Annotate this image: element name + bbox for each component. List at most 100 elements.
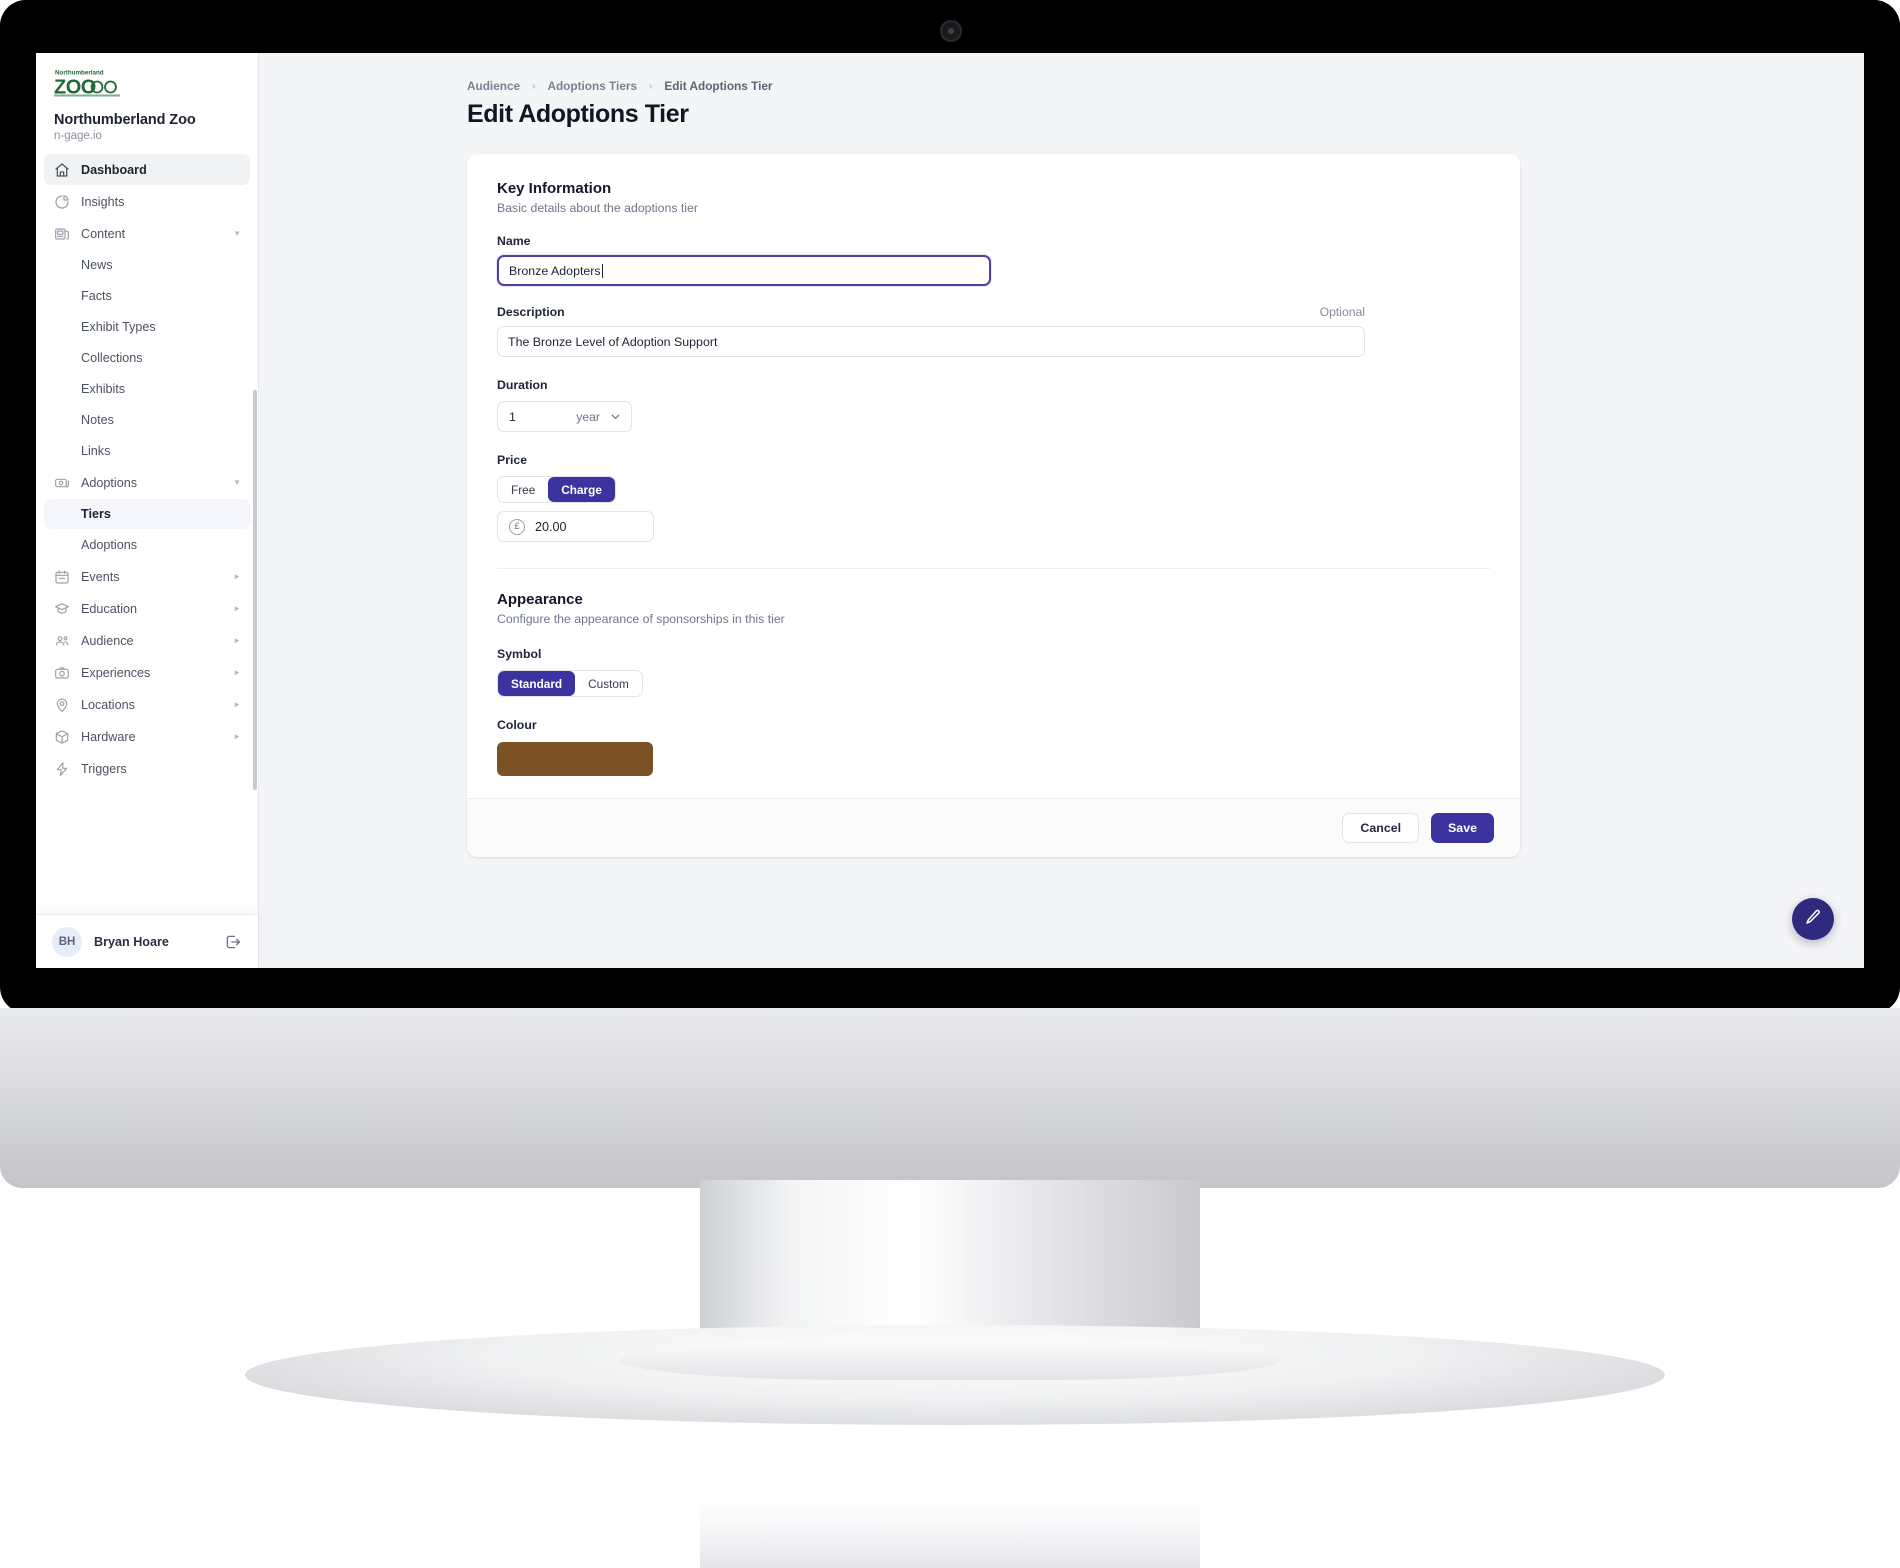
name-input[interactable]: Bronze Adopters	[497, 255, 991, 286]
chevron-right-icon[interactable]: ►	[233, 700, 241, 709]
description-input[interactable]: The Bronze Level of Adoption Support	[497, 326, 1365, 357]
save-button[interactable]: Save	[1431, 813, 1494, 843]
chevron-right-icon[interactable]: ►	[233, 572, 241, 581]
monitor-chin	[0, 1008, 1900, 1188]
sidebar-item-news[interactable]: News	[44, 250, 250, 280]
lightning-icon	[53, 760, 70, 777]
description-input-value: The Bronze Level of Adoption Support	[508, 334, 718, 349]
user-name: Bryan Hoare	[94, 934, 169, 949]
price-amount-input[interactable]: £ 20.00	[497, 511, 654, 542]
sidebar-item-exhibit-types[interactable]: Exhibit Types	[44, 312, 250, 342]
sidebar-item-adoptions[interactable]: Adoptions ▼	[44, 467, 250, 498]
appearance-subtitle: Configure the appearance of sponsorships…	[497, 612, 785, 626]
card-body: Key Information Basic details about the …	[467, 154, 1520, 798]
colour-field-group: Colour	[497, 716, 1490, 776]
name-input-value: Bronze Adopters	[509, 263, 601, 278]
breadcrumb: Audience › Adoptions Tiers › Edit Adopti…	[467, 79, 1804, 93]
chevron-right-icon[interactable]: ►	[233, 732, 241, 741]
price-option-charge[interactable]: Charge	[548, 477, 615, 502]
sidebar-item-label: Events	[81, 569, 120, 584]
sidebar-item-exhibits[interactable]: Exhibits	[44, 374, 250, 404]
calendar-icon	[53, 568, 70, 585]
edit-fab-button[interactable]	[1792, 898, 1834, 940]
section-divider	[497, 568, 1490, 569]
sidebar-item-label: Collections	[81, 351, 143, 365]
description-optional-badge: Optional	[1319, 305, 1365, 319]
sidebar-item-label: Exhibits	[81, 382, 126, 396]
sidebar-item-experiences[interactable]: Experiences ►	[44, 657, 250, 688]
sidebar-item-tiers[interactable]: Tiers	[44, 499, 250, 529]
logout-icon[interactable]	[224, 933, 242, 951]
colour-swatch[interactable]	[497, 742, 653, 776]
sidebar-item-hardware[interactable]: Hardware ►	[44, 721, 250, 752]
price-toggle-row: Free Charge	[497, 469, 1490, 503]
price-option-free[interactable]: Free	[498, 477, 549, 502]
duration-label: Duration	[497, 378, 548, 392]
sidebar-item-notes[interactable]: Notes	[44, 405, 250, 435]
sidebar-item-adoptions-child[interactable]: Adoptions	[44, 530, 250, 560]
breadcrumb-item-adoptions-tiers[interactable]: Adoptions Tiers	[547, 79, 637, 93]
description-label-row: Description Optional	[497, 305, 1365, 319]
sidebar-item-links[interactable]: Links	[44, 436, 250, 466]
sidebar-item-label: Experiences	[81, 665, 151, 680]
sidebar-scrollbar[interactable]	[253, 390, 257, 790]
key-information-title: Key Information	[497, 180, 612, 197]
breadcrumb-item-audience[interactable]: Audience	[467, 79, 520, 93]
chevron-right-icon[interactable]: ►	[233, 604, 241, 613]
sidebar-item-label: Exhibit Types	[81, 320, 156, 334]
pie-chart-icon	[53, 193, 70, 210]
symbol-toggle-row: Standard Custom	[497, 663, 1490, 697]
symbol-option-custom[interactable]: Custom	[575, 671, 642, 696]
sidebar-item-events[interactable]: Events ►	[44, 561, 250, 592]
chevron-right-icon[interactable]: ►	[233, 668, 241, 677]
brand-domain: n-gage.io	[54, 130, 102, 142]
chevron-right-icon: ›	[532, 80, 536, 92]
duration-field-group: Duration 1 year	[497, 376, 1490, 432]
chevron-down-icon[interactable]: ▼	[233, 478, 241, 487]
sidebar-item-facts[interactable]: Facts	[44, 281, 250, 311]
sidebar-item-insights[interactable]: Insights	[44, 186, 250, 217]
chevron-right-icon[interactable]: ►	[233, 636, 241, 645]
chevron-down-icon[interactable]: ▼	[233, 229, 241, 238]
sidebar-item-label: Triggers	[81, 761, 127, 776]
webcam-icon	[940, 20, 962, 42]
brand-name: Northumberland Zoo	[54, 112, 196, 128]
symbol-label: Symbol	[497, 647, 542, 661]
colour-label: Colour	[497, 718, 537, 732]
price-label: Price	[497, 453, 528, 467]
description-field-group: Description Optional The Bronze Level of…	[497, 305, 1490, 357]
sidebar-item-content[interactable]: Content ▼	[44, 218, 250, 249]
sidebar-item-label: Insights	[81, 194, 125, 209]
sidebar-item-collections[interactable]: Collections	[44, 343, 250, 373]
svg-text:Northumberland: Northumberland	[55, 70, 104, 77]
cube-icon	[53, 728, 70, 745]
duration-value: 1	[509, 409, 516, 424]
adoptions-icon	[53, 474, 70, 491]
chevron-down-icon[interactable]	[609, 410, 622, 423]
sidebar-item-label: Notes	[81, 413, 114, 427]
graduation-cap-icon	[53, 600, 70, 617]
content-icon	[53, 225, 70, 242]
duration-unit-value: year	[576, 409, 600, 424]
symbol-option-standard[interactable]: Standard	[498, 671, 576, 696]
zoo-logo-icon: Northumberland ZOO	[54, 70, 120, 99]
symbol-toggle: Standard Custom	[497, 670, 643, 697]
description-label: Description	[497, 305, 565, 319]
chevron-right-icon: ›	[649, 80, 653, 92]
sidebar-item-locations[interactable]: Locations ►	[44, 689, 250, 720]
appearance-section: Appearance Configure the appearance of s…	[497, 591, 1490, 776]
pencil-icon	[1804, 908, 1822, 931]
sidebar-item-dashboard[interactable]: Dashboard	[44, 154, 250, 185]
price-amount-value: 20.00	[535, 519, 567, 534]
name-label: Name	[497, 234, 531, 248]
monitor-screen: Northumberland ZOO Northumberland Zoo n-…	[36, 53, 1864, 968]
application-window: Northumberland ZOO Northumberland Zoo n-…	[36, 53, 1864, 968]
sidebar-item-label: Audience	[81, 633, 134, 648]
cancel-button[interactable]: Cancel	[1342, 813, 1420, 843]
sidebar-item-education[interactable]: Education ►	[44, 593, 250, 624]
duration-input[interactable]: 1 year	[497, 401, 632, 432]
sidebar-item-triggers[interactable]: Triggers	[44, 753, 250, 784]
sidebar-item-audience[interactable]: Audience ►	[44, 625, 250, 656]
name-field-group: Name Bronze Adopters	[497, 234, 1490, 286]
user-bar[interactable]: BH Bryan Hoare	[36, 914, 258, 968]
